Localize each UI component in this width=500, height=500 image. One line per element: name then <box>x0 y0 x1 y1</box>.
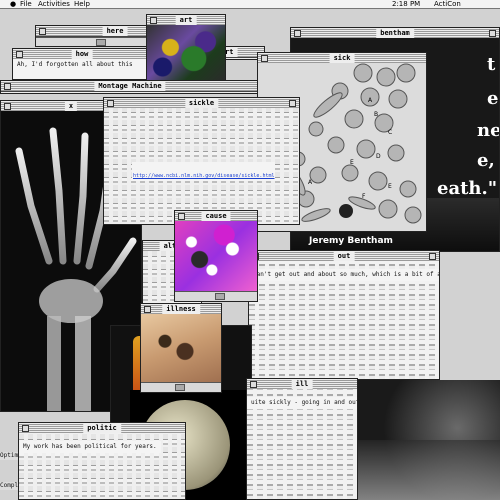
cause-scroll-thumb[interactable] <box>215 293 225 300</box>
bentham-quote-line-4: e, <box>477 150 495 171</box>
bentham-quote-line-1: t <box>487 54 496 75</box>
close-box-icon[interactable] <box>261 55 268 62</box>
window-politic[interactable]: politic My work has been political for y… <box>18 422 186 500</box>
menu-activities[interactable]: Activities <box>38 0 70 8</box>
window-art-title: art <box>175 15 197 25</box>
close-box-icon[interactable] <box>144 306 151 313</box>
close-box-icon[interactable] <box>16 51 23 58</box>
apple-menu-icon[interactable]: ● <box>10 0 16 8</box>
window-illness[interactable]: illness <box>140 303 222 393</box>
how-content: Ah, I'd forgotten all about this <box>13 59 151 79</box>
close-box-icon[interactable] <box>4 83 11 90</box>
bentham-quote-line-3: ne, <box>477 120 499 141</box>
ill-text: uite sickly - going in and out of <box>247 397 357 409</box>
bentham-caption: Jeremy Bentham <box>309 236 393 246</box>
window-sick-title: sick <box>329 53 355 63</box>
side-label-compl: Compl <box>0 482 19 490</box>
window-here-title: here <box>102 26 128 36</box>
cell-label-f: F <box>362 193 366 200</box>
window-montage-titlebar[interactable]: Montage Machine <box>1 81 259 92</box>
sickle-link-wrap: http://www.ncbi.nlm.nih.gov/disease/sick… <box>132 162 276 181</box>
window-out-title: out <box>333 251 355 261</box>
out-gel-image: can't get out and about so much, which i… <box>249 261 439 379</box>
window-sickle-title: sickle <box>184 98 219 108</box>
window-x-title: x <box>64 101 78 111</box>
menu-bar: ● File Activities Help 2:18 PM ActiCon <box>0 0 500 9</box>
app-menu[interactable]: ActiCon <box>434 0 461 8</box>
close-box-icon[interactable] <box>150 17 157 24</box>
cell-label-e: E <box>350 159 354 166</box>
bentham-quote-line-5: eath." <box>437 178 498 199</box>
out-text: can't get out and about so much, which i… <box>249 269 439 281</box>
bentham-quote-line-2: e <box>487 88 499 109</box>
illness-image <box>141 314 221 382</box>
menu-file[interactable]: File <box>20 0 32 8</box>
cause-image <box>175 221 257 291</box>
close-box-icon[interactable] <box>107 100 114 107</box>
cell-label-b: B <box>374 111 379 118</box>
window-how-title: how <box>71 49 93 59</box>
window-montage-title: Montage Machine <box>94 81 166 91</box>
politic-gel-image: My work has been political for years. <box>19 433 185 499</box>
window-ill[interactable]: ill uite sickly - going in and out of <box>246 378 358 500</box>
politic-text: My work has been political for years. <box>19 441 161 453</box>
sickle-gel-image: http://www.ncbi.nlm.nih.gov/disease/sick… <box>104 108 299 224</box>
illness-scroll-thumb[interactable] <box>175 384 185 391</box>
window-bentham-title: bentham <box>376 28 414 38</box>
window-ill-title: ill <box>291 379 313 389</box>
close-box-icon[interactable] <box>4 103 11 110</box>
close-box-icon[interactable] <box>250 381 257 388</box>
sickle-url-link[interactable]: http://www.ncbi.nlm.nih.gov/disease/sick… <box>133 173 274 179</box>
cause-scrollbar[interactable] <box>175 291 257 301</box>
art-image <box>147 25 225 81</box>
zoom-box-icon[interactable] <box>489 30 496 37</box>
window-how[interactable]: how Ah, I'd forgotten all about this <box>12 48 152 80</box>
cell-label-c: C <box>388 129 393 136</box>
close-box-icon[interactable] <box>294 30 301 37</box>
dark-photo <box>358 380 500 500</box>
here-scroll-thumb[interactable] <box>96 39 106 46</box>
window-out[interactable]: out can't get out and about so much, whi… <box>248 250 440 380</box>
window-cause-title: cause <box>201 211 231 221</box>
ill-gel-image: uite sickly - going in and out of <box>247 389 357 499</box>
window-sickle[interactable]: sickle http://www.ncbi.nlm.nih.gov/disea… <box>103 97 300 225</box>
cell-label-e2: E <box>388 183 392 190</box>
dark-photo-lower <box>358 440 500 500</box>
window-politic-title: politic <box>83 423 121 433</box>
window-cause[interactable]: cause <box>174 210 258 302</box>
cell-label-a: A <box>368 97 373 104</box>
illness-scrollbar[interactable] <box>141 382 221 392</box>
menu-help[interactable]: Help <box>74 0 90 8</box>
zoom-box-icon[interactable] <box>289 100 296 107</box>
window-illness-title: illness <box>162 304 200 314</box>
how-text: Ah, I'd forgotten all about this <box>17 61 133 68</box>
window-art[interactable]: art <box>146 14 226 82</box>
cell-label-d: D <box>376 153 381 160</box>
close-box-icon[interactable] <box>178 213 185 220</box>
close-box-icon[interactable] <box>39 28 46 35</box>
side-label-optim: Optim <box>0 452 19 460</box>
cell-label-a2: A <box>308 179 313 186</box>
menu-clock: 2:18 PM <box>392 0 421 8</box>
close-box-icon[interactable] <box>22 425 29 432</box>
zoom-box-icon[interactable] <box>429 253 436 260</box>
window-montage-machine[interactable]: Montage Machine <box>0 80 260 94</box>
